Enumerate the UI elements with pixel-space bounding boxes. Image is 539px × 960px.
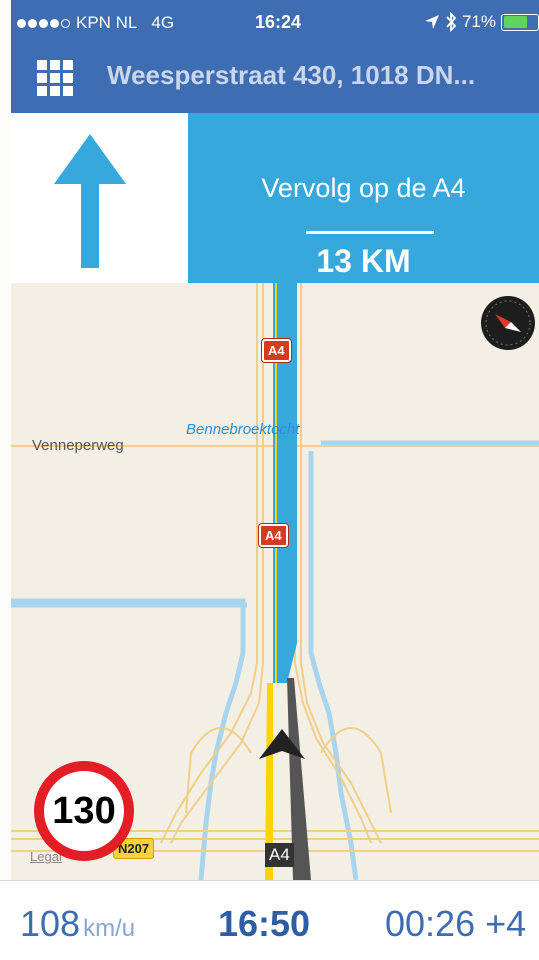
status-time: 16:24 xyxy=(255,12,302,32)
navigation-header: Weesperstraat 430, 1018 DN... xyxy=(11,44,539,113)
speed-unit: km/u xyxy=(83,915,136,942)
instruction-divider xyxy=(306,231,434,234)
status-right: 71% xyxy=(424,12,539,32)
speed-limit-sign: 130 xyxy=(34,761,134,861)
highway-shield-a4-mid: A4 xyxy=(259,524,288,547)
trip-info-bar: 108 km/u 16:50 00:26 +4 xyxy=(0,880,539,960)
current-speed: 108 km/u xyxy=(20,903,135,945)
road-label-venneperweg: Venneperweg xyxy=(32,437,124,454)
instruction-panel: Vervolg op de A4 13 KM xyxy=(188,113,539,283)
water-label-bennebroektocht: Bennebroektocht xyxy=(186,421,300,438)
bluetooth-icon xyxy=(446,12,457,32)
remaining-time: 00:26 +4 xyxy=(385,903,527,944)
status-bar: KPN NL 4G 16:24 71% xyxy=(11,0,539,44)
map-view[interactable]: Venneperweg Bennebroektocht A4 A4 N207 A… xyxy=(11,283,539,880)
location-arrow-icon xyxy=(424,15,439,29)
destination-address[interactable]: Weesperstraat 430, 1018 DN... xyxy=(107,60,527,91)
highway-shield-a4-top: A4 xyxy=(262,339,291,362)
battery-percent: 71% xyxy=(461,12,496,31)
compass-icon[interactable] xyxy=(481,296,535,350)
straight-arrow-icon xyxy=(54,134,126,268)
status-left: KPN NL 4G xyxy=(17,13,174,33)
menu-grid-icon[interactable] xyxy=(37,60,73,96)
instruction-text: Vervolg op de A4 xyxy=(261,173,466,203)
battery-icon xyxy=(501,13,539,31)
current-position-icon xyxy=(259,729,305,759)
network-type: 4G xyxy=(151,13,175,32)
arrival-time: 16:50 xyxy=(218,903,311,944)
top-bar: KPN NL 4G 16:24 71% Weesperstraat 430, 1… xyxy=(11,0,539,113)
speed-value: 108 xyxy=(20,903,81,944)
carrier-name: KPN NL xyxy=(76,13,138,32)
instruction-distance: 13 KM xyxy=(316,243,411,279)
signal-strength-icon xyxy=(17,18,70,28)
road-label-a4-current: A4 xyxy=(265,843,294,867)
